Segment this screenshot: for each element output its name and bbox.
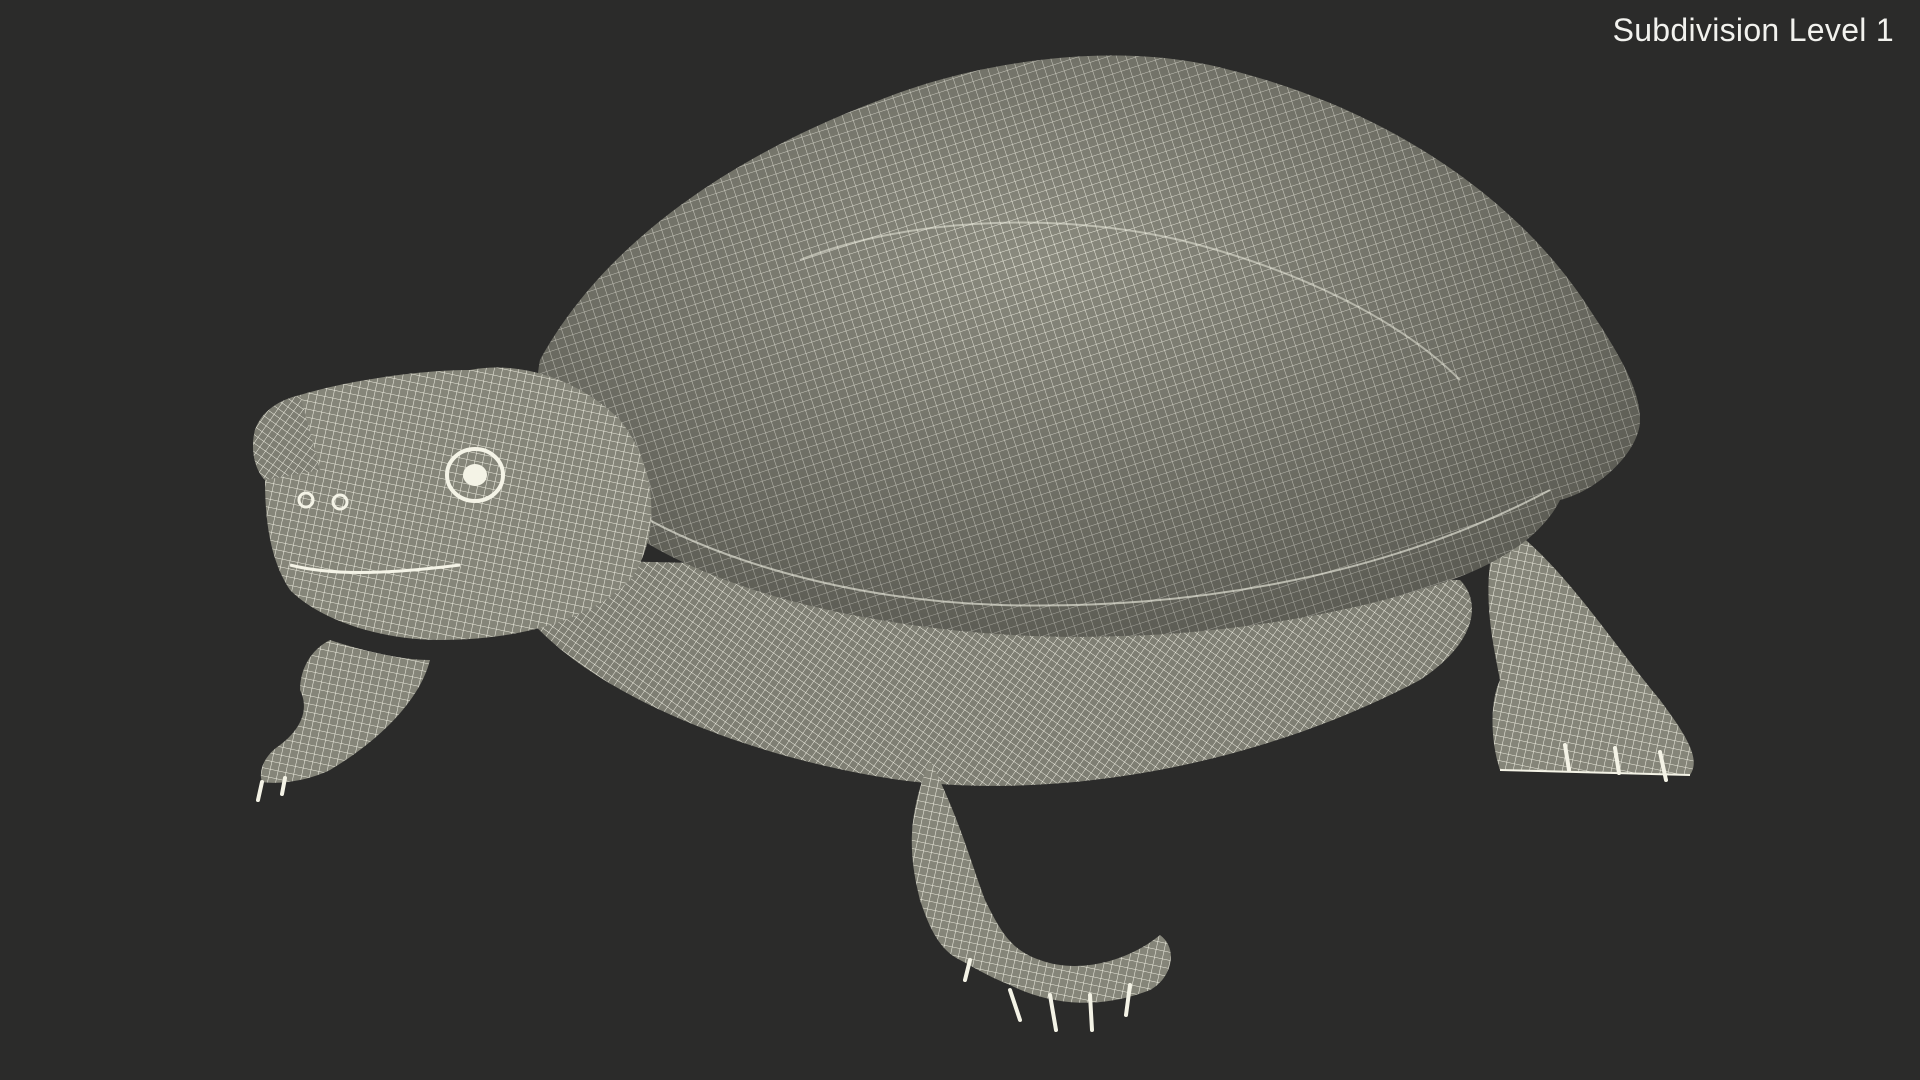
front-right-leg	[911, 760, 1171, 1032]
back-right-leg	[1488, 520, 1694, 782]
turtle-wireframe-icon	[253, 55, 1694, 1032]
front-left-leg	[256, 640, 430, 802]
render-viewport: Subdivision Level 1	[0, 0, 1920, 1080]
turtle-head	[253, 367, 652, 640]
turtle-shell	[537, 55, 1640, 637]
